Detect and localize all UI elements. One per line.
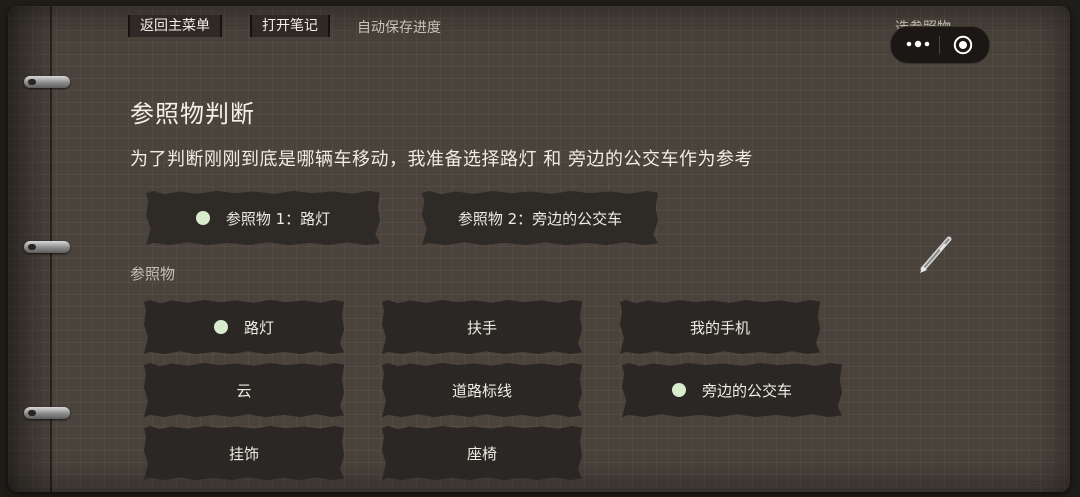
option-label: 扶手 bbox=[466, 318, 497, 337]
slot-label: 参照物 1：路灯 bbox=[225, 209, 331, 228]
notebook-page bbox=[8, 6, 1070, 492]
binder-ring-icon bbox=[24, 407, 70, 419]
capsule-divider bbox=[939, 36, 940, 54]
option-card-my-phone[interactable]: 我的手机 bbox=[620, 300, 820, 354]
option-label: 云 bbox=[236, 381, 252, 400]
mini-program-capsule bbox=[890, 26, 990, 64]
option-card-seat[interactable]: 座椅 bbox=[382, 426, 582, 480]
option-card-road-marking[interactable]: 道路标线 bbox=[382, 363, 582, 417]
more-dots-icon[interactable] bbox=[904, 35, 934, 53]
option-card-nearby-bus[interactable]: 旁边的公交车 bbox=[622, 363, 842, 417]
option-label: 道路标线 bbox=[451, 381, 512, 400]
option-label: 旁边的公交车 bbox=[701, 381, 792, 400]
option-label: 我的手机 bbox=[689, 318, 750, 337]
option-label: 座椅 bbox=[466, 444, 497, 463]
option-label: 挂饰 bbox=[228, 444, 259, 463]
options-section-label: 参照物 bbox=[130, 265, 176, 283]
open-notes-button[interactable]: 打开笔记 bbox=[250, 15, 330, 37]
pen-icon bbox=[920, 236, 952, 273]
target-icon[interactable] bbox=[953, 35, 973, 55]
selected-reference-slot-1[interactable]: 参照物 1：路灯 bbox=[146, 191, 380, 245]
binder-ring-icon bbox=[24, 241, 70, 253]
selected-dot-icon bbox=[213, 320, 228, 334]
back-to-menu-button[interactable]: 返回主菜单 bbox=[128, 15, 222, 37]
option-label: 路灯 bbox=[243, 318, 274, 337]
option-card-cloud[interactable]: 云 bbox=[144, 363, 344, 417]
selected-dot-icon bbox=[671, 383, 686, 397]
option-card-streetlight[interactable]: 路灯 bbox=[144, 300, 344, 354]
scenario-description: 为了判断刚刚到底是哪辆车移动，我准备选择路灯 和 旁边的公交车作为参考 bbox=[130, 149, 753, 170]
binder-ring-icon bbox=[24, 76, 70, 88]
option-card-handrail[interactable]: 扶手 bbox=[382, 300, 582, 354]
selected-dot-icon bbox=[195, 211, 210, 225]
selected-reference-slot-2[interactable]: 参照物 2：旁边的公交车 bbox=[422, 191, 658, 245]
page-title: 参照物判断 bbox=[130, 100, 255, 128]
slot-label: 参照物 2：旁边的公交车 bbox=[457, 209, 623, 228]
autosave-status: 自动保存进度 bbox=[357, 20, 441, 36]
option-card-pendant[interactable]: 挂饰 bbox=[144, 426, 344, 480]
